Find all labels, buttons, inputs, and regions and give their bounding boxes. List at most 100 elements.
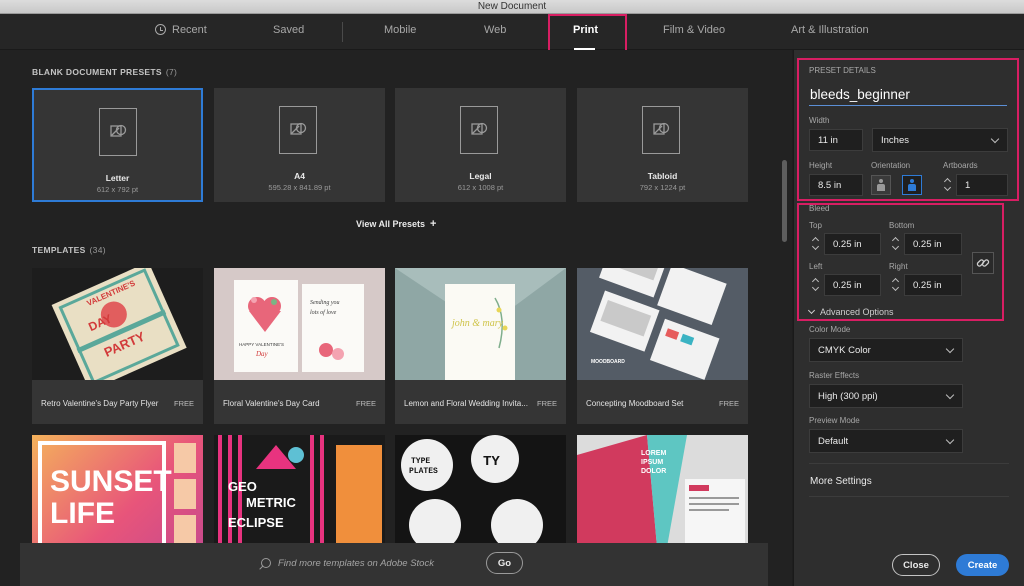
tab-mobile[interactable]: Mobile (384, 24, 416, 36)
document-icon (99, 108, 137, 156)
tab-art-illustration[interactable]: Art & Illustration (791, 24, 869, 36)
thumb-text-type-2: PLATES (409, 467, 438, 476)
thumb-text-moodboard: MOODBOARD (591, 359, 625, 365)
plus-icon: + (430, 218, 437, 230)
template-thumbnail: TYPE PLATES TY (395, 435, 566, 547)
template-thumbnail: GEO METRIC ECLIPSE (214, 435, 385, 547)
free-badge: FREE (536, 399, 557, 408)
create-button[interactable]: Create (956, 554, 1009, 576)
template-caption: Retro Valentine's Day Party Flyer FREE (32, 380, 203, 424)
free-badge: FREE (718, 399, 739, 408)
template-thumbnail: HAPPY VALENTINE'S Day Sending you lots o… (214, 268, 385, 380)
template-caption: Floral Valentine's Day Card FREE (214, 380, 385, 424)
preset-size: 612 x 792 pt (96, 185, 139, 194)
tab-saved[interactable]: Saved (273, 24, 304, 36)
thumb-text-dirty-3: DOLOR (641, 468, 666, 475)
preview-mode-select[interactable]: Default (809, 429, 963, 453)
templates-heading: TEMPLATES (34) (32, 245, 106, 255)
close-button[interactable]: Close (892, 554, 940, 576)
raster-effects-label: Raster Effects (809, 371, 860, 380)
template-thumbnail: VALENTINE'S DAY PARTY (32, 268, 203, 380)
document-icon (279, 106, 317, 154)
chevron-down-icon (945, 435, 955, 445)
raster-effects-value: High (300 ppi) (818, 391, 878, 402)
preset-card-letter[interactable]: Letter 612 x 792 pt (32, 88, 203, 202)
raster-effects-select[interactable]: High (300 ppi) (809, 384, 963, 408)
color-mode-label: Color Mode (809, 325, 851, 334)
template-card-floral-valentine[interactable]: HAPPY VALENTINE'S Day Sending you lots o… (214, 268, 385, 424)
tab-web[interactable]: Web (484, 24, 506, 36)
preset-name: Legal (469, 171, 492, 181)
thumb-text-wedding: john & mary (450, 318, 504, 329)
template-name: Lemon and Floral Wedding Invita... (404, 399, 528, 408)
stock-search-bar: Go (20, 543, 768, 586)
template-thumbnail: SUNSET LIFE (32, 435, 203, 547)
preset-name: A4 (294, 171, 305, 181)
thumb-text-sunset-1: SUNSET (50, 465, 172, 498)
category-tabs: Recent Saved Mobile Web Print Film & Vid… (0, 14, 1024, 50)
template-card-type-plates[interactable]: TYPE PLATES TY (395, 435, 566, 547)
thumb-text-card-4: lots of love (310, 309, 337, 316)
template-thumbnail: MOODBOARD (577, 268, 748, 380)
divider (809, 496, 1009, 497)
more-settings-button[interactable]: More Settings (810, 476, 872, 487)
thumb-text-geo-2: METRIC (246, 495, 296, 510)
preview-mode-value: Default (818, 436, 849, 447)
preset-size: 595.28 x 841.89 pt (268, 183, 331, 192)
thumb-text-type-3: TY (483, 454, 500, 470)
thumb-text-card-3: Sending you (310, 300, 340, 306)
bleed-highlight (797, 203, 1004, 321)
clock-icon (155, 24, 166, 35)
preset-name: Tabloid (647, 171, 678, 181)
template-card-geometric-eclipse[interactable]: GEO METRIC ECLIPSE (214, 435, 385, 547)
template-card-retro-valentine[interactable]: VALENTINE'S DAY PARTY Retro Valentine's … (32, 268, 203, 424)
template-thumbnail: LOREM IPSUM DOLOR (577, 435, 748, 547)
preview-mode-label: Preview Mode (809, 416, 860, 425)
tab-divider (342, 22, 343, 42)
thumb-text-card-2: Day (255, 350, 269, 358)
preset-size: 612 x 1008 pt (457, 183, 504, 192)
document-icon (642, 106, 680, 154)
preset-name: Letter (105, 173, 130, 183)
template-card-sunset-life[interactable]: SUNSET LIFE (32, 435, 203, 547)
divider (809, 463, 1009, 464)
template-name: Floral Valentine's Day Card (223, 399, 320, 408)
thumb-text-sunset-2: LIFE (50, 497, 115, 530)
main-content: BLANK DOCUMENT PRESETS (7) Letter 612 x 7… (0, 50, 792, 586)
thumb-text-dirty-1: LOREM (641, 450, 666, 457)
template-name: Concepting Moodboard Set (586, 399, 684, 408)
preset-card-a4[interactable]: A4 595.28 x 841.89 pt (214, 88, 385, 202)
template-name: Retro Valentine's Day Party Flyer (41, 399, 159, 408)
color-mode-select[interactable]: CMYK Color (809, 338, 963, 362)
search-icon (261, 558, 271, 568)
template-card-lemon-wedding[interactable]: john & mary Lemon and Floral Wedding Inv… (395, 268, 566, 424)
window-title: New Document (477, 1, 547, 12)
view-all-presets-label: View All Presets (356, 219, 426, 229)
blank-presets-heading: BLANK DOCUMENT PRESETS (7) (32, 67, 177, 77)
chevron-down-icon (945, 344, 955, 354)
thumb-text-type-1: TYPE (411, 457, 430, 466)
template-caption: Concepting Moodboard Set FREE (577, 380, 748, 424)
tab-recent-label: Recent (172, 24, 207, 36)
preset-card-tabloid[interactable]: Tabloid 792 x 1224 pt (577, 88, 748, 202)
template-card-moodboard[interactable]: MOODBOARD Concepting Moodboard Set FREE (577, 268, 748, 424)
tab-film-video[interactable]: Film & Video (663, 24, 725, 36)
thumb-text-geo-1: GEO (228, 479, 257, 494)
go-button[interactable]: Go (486, 552, 523, 574)
preset-size: 792 x 1224 pt (639, 183, 686, 192)
template-thumbnail: john & mary (395, 268, 566, 380)
view-all-presets-link[interactable]: View All Presets + (356, 218, 436, 230)
stock-search-input[interactable] (278, 555, 478, 571)
templates-count: (34) (89, 245, 106, 255)
thumb-text-dirty-2: IPSUM (641, 459, 663, 466)
preset-card-legal[interactable]: Legal 612 x 1008 pt (395, 88, 566, 202)
thumb-text-card-1: HAPPY VALENTINE'S (239, 342, 284, 347)
window-titlebar: New Document (0, 0, 1024, 14)
tab-recent[interactable]: Recent (155, 24, 207, 36)
template-card-dirty-pages[interactable]: LOREM IPSUM DOLOR (577, 435, 748, 547)
free-badge: FREE (355, 399, 376, 408)
preset-details-highlight (797, 58, 1019, 201)
templates-scrollbar[interactable] (782, 160, 787, 242)
document-icon (460, 106, 498, 154)
templates-heading-label: TEMPLATES (32, 245, 86, 255)
